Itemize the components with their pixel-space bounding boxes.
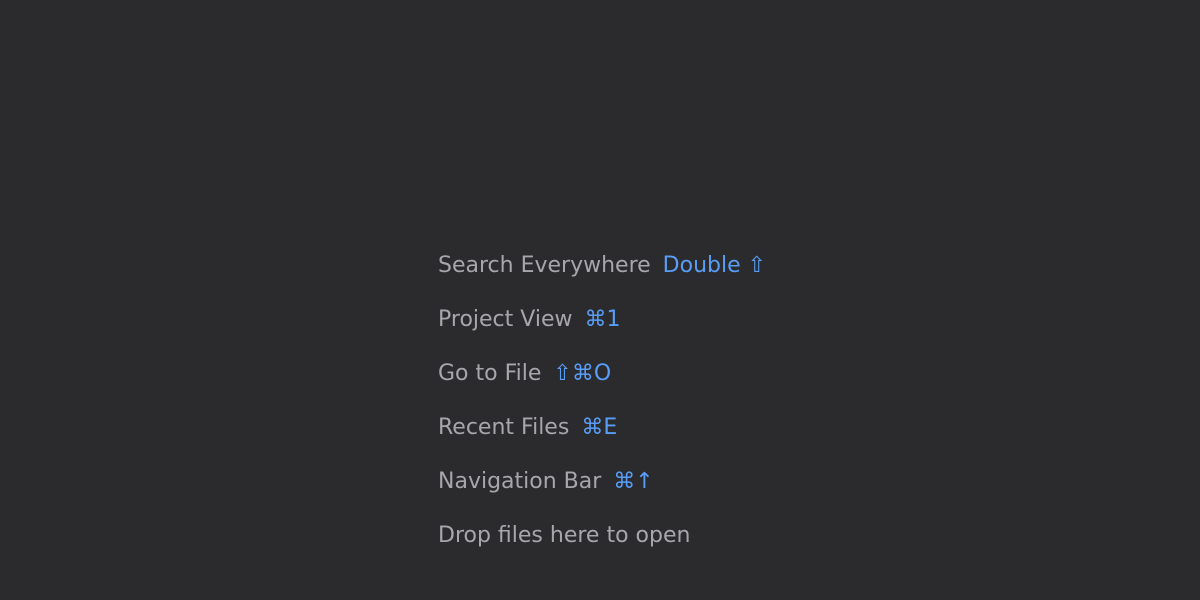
hint-label: Go to File [438, 361, 542, 386]
hint-label: Recent Files [438, 415, 570, 440]
hint-label: Navigation Bar [438, 469, 602, 494]
hint-shortcut: ⇧⌘O [553, 361, 612, 386]
hint-shortcut: Double ⇧ [662, 253, 767, 278]
hint-shortcut: ⌘↑ [613, 469, 654, 494]
drop-files-hint: Drop files here to open [438, 518, 766, 572]
hint-go-to-file: Go to File ⇧⌘O [438, 356, 766, 410]
shortcut-hints-list: Search Everywhere Double ⇧ Project View ⌘1… [438, 248, 766, 572]
hint-label: Project View [438, 307, 573, 332]
hint-navigation-bar: Navigation Bar ⌘↑ [438, 464, 766, 518]
hint-recent-files: Recent Files ⌘E [438, 410, 766, 464]
editor-empty-state: Search Everywhere Double ⇧ Project View ⌘1… [0, 0, 1200, 600]
hint-search-everywhere: Search Everywhere Double ⇧ [438, 248, 766, 302]
hint-shortcut: ⌘E [581, 415, 618, 440]
hint-project-view: Project View ⌘1 [438, 302, 766, 356]
drop-files-text: Drop files here to open [438, 523, 691, 548]
hint-shortcut: ⌘1 [584, 307, 621, 332]
hint-label: Search Everywhere [438, 253, 651, 278]
